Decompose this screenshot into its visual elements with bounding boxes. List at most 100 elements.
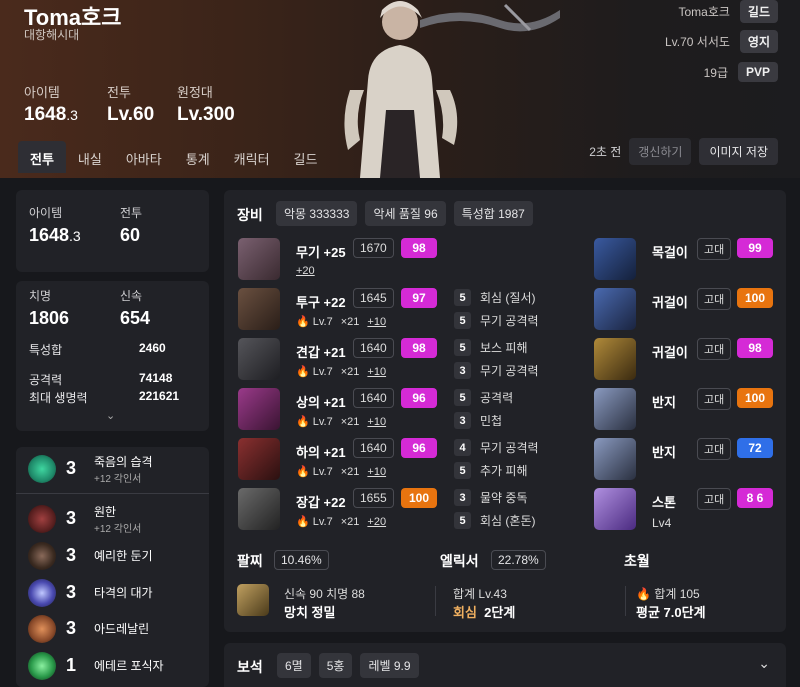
tab-guild[interactable]: 길드 — [282, 141, 330, 173]
stat-value: 1648 — [24, 104, 67, 125]
item-transcend-count: ×21 — [340, 315, 360, 328]
elixir-total: 합계 Lv.43 — [453, 587, 507, 601]
tab-lifestyle[interactable]: 내실 — [66, 141, 114, 173]
equipment-item[interactable]: 무기 +25 1670 98 +20 — [238, 238, 588, 286]
accessory-grade: 고대 — [697, 488, 732, 510]
engraving-icon — [28, 614, 56, 643]
estate-row: Lv.70 서서도 영지 — [665, 29, 778, 53]
accessory-item[interactable]: 귀걸이 고대 98 — [594, 338, 774, 386]
engraving-name: 아드레날린 — [94, 622, 150, 636]
item-name: 투구 +22 — [296, 295, 346, 310]
engraving-level: 3 — [66, 582, 77, 602]
swift-stat: 신속 654 — [120, 287, 150, 329]
item-transcend-count: ×21 — [340, 415, 360, 428]
bracelet-title: 팔찌 — [237, 553, 263, 569]
expand-chevron-icon[interactable]: ⌄ — [106, 409, 115, 422]
item-elixir: 🔥 Lv.7 — [296, 316, 333, 328]
accessory-item[interactable]: 반지 고대 100 — [594, 388, 774, 436]
item-level: 1640 — [353, 438, 394, 458]
accessory-name: 스톤 — [652, 495, 676, 510]
item-quality: 98 — [401, 238, 437, 258]
engraving-level: 3 — [66, 618, 77, 638]
guild-chip[interactable]: 길드 — [739, 0, 778, 23]
weapon-decoration — [420, 3, 560, 32]
stats-panel: 치명 1806 신속 654 특성합 2460 공격력 74148 최대 생명력… — [16, 281, 209, 431]
divider — [435, 586, 436, 616]
item-level: 1640 — [353, 338, 394, 358]
option-name: 무기 공격력 — [480, 441, 539, 455]
weapon-icon — [238, 238, 280, 280]
option-name: 물약 중독 — [480, 491, 528, 505]
accessory-item[interactable]: 반지 고대 72 — [594, 438, 774, 486]
option-name: 공격력 — [480, 391, 514, 405]
item-transcend-count: ×21 — [340, 365, 360, 378]
engraving-item[interactable]: 1 에테르 포식자 — [16, 648, 209, 683]
chest-icon — [238, 388, 280, 430]
option-name: 무기 공격력 — [480, 364, 539, 378]
elixir-option: 5 보스 피해 — [454, 339, 528, 356]
stat-row-label: 특성합 — [29, 343, 63, 357]
item-level: 1670 — [353, 238, 394, 258]
item-elixir: 🔥 Lv.7 — [296, 416, 333, 428]
accessory-item[interactable]: 귀걸이 고대 100 — [594, 288, 774, 336]
tab-characters[interactable]: 캐릭터 — [222, 141, 282, 173]
earring-icon — [594, 288, 636, 330]
option-level: 5 — [454, 312, 471, 329]
estate-chip[interactable]: 영지 — [739, 29, 778, 53]
item-value: 1648 — [29, 225, 70, 245]
accessory-grade: 고대 — [697, 388, 732, 410]
item-quality: 98 — [401, 338, 437, 358]
elixir-option: 5 공격력 — [454, 389, 513, 406]
tab-stats[interactable]: 통계 — [174, 141, 222, 173]
divider — [625, 586, 626, 616]
gems-panel[interactable]: 보석 6멸 5홍 레벨 9.9 ⌄ — [224, 643, 786, 687]
option-level: 5 — [454, 462, 471, 479]
shoulder-icon — [238, 338, 280, 380]
profile-tabs: 전투 내실 아바타 통계 캐릭터 길드 — [18, 141, 329, 173]
option-level: 5 — [454, 389, 471, 406]
stone-icon — [594, 488, 636, 530]
guild-name: Toma호크 — [678, 4, 730, 19]
stat-row-label: 최대 생명력 — [29, 391, 88, 405]
engraving-icon — [28, 651, 56, 680]
engraving-item[interactable]: 3 원한 +12 각인서 — [16, 501, 209, 536]
stat-label: 전투 — [107, 85, 131, 100]
engraving-item[interactable]: 3 예리한 둔기 — [16, 538, 209, 573]
tab-combat[interactable]: 전투 — [18, 141, 66, 173]
pvp-chip[interactable]: PVP — [737, 62, 778, 82]
save-image-button[interactable]: 이미지 저장 — [699, 138, 778, 165]
accessory-item[interactable]: 목걸이 고대 99 — [594, 238, 774, 286]
item-quality: 96 — [401, 438, 437, 458]
chevron-down-icon[interactable]: ⌄ — [758, 655, 770, 672]
engraving-item[interactable]: 3 죽음의 습격 +12 각인서 — [16, 451, 209, 486]
gem-tag: 5홍 — [318, 653, 353, 678]
pants-icon — [238, 438, 280, 480]
equipment-panel: 장비 악몽 333333 악세 품질 96 특성합 1987 무기 +25 16… — [224, 190, 786, 632]
equipment-item[interactable]: 장갑 +22 1655 100 🔥 Lv.7 ×21 +20 — [238, 488, 588, 536]
accessory-item[interactable]: 스톤 고대 8 6 Lv4 — [594, 488, 774, 536]
stat-row-value: 221621 — [139, 389, 180, 403]
item-sub: .3 — [69, 228, 81, 244]
option-level: 5 — [454, 339, 471, 356]
stat-row: 최대 생명력 221621 — [29, 389, 199, 406]
transcend-total: 🔥 합계 105 — [636, 587, 700, 601]
accessory-quality: 99 — [737, 238, 773, 258]
accessory-grade: 고대 — [697, 288, 732, 310]
accessory-name: 목걸이 — [652, 245, 688, 260]
bracelet-percent: 10.46% — [274, 550, 329, 570]
refresh-button[interactable]: 갱신하기 — [629, 138, 692, 165]
stat-row-value: 2460 — [139, 341, 166, 355]
item-transcend-count: ×21 — [340, 515, 360, 528]
option-level: 4 — [454, 439, 471, 456]
option-name: 회심 (혼돈) — [480, 514, 536, 528]
engraving-item[interactable]: 3 타격의 대가 — [16, 575, 209, 610]
guild-row: Toma호크 길드 — [678, 0, 778, 23]
option-name: 추가 피해 — [480, 464, 528, 478]
elixir-option: 3 무기 공격력 — [454, 362, 539, 379]
option-level: 5 — [454, 289, 471, 306]
engraving-item[interactable]: 3 아드레날린 — [16, 611, 209, 646]
tab-avatar[interactable]: 아바타 — [114, 141, 174, 173]
bracelet-stats: 신속 90 치명 88 — [284, 587, 365, 601]
equipment-item[interactable]: 상의 +21 1640 96 🔥 Lv.7 ×21 +10 — [238, 388, 588, 436]
divider — [16, 493, 209, 494]
